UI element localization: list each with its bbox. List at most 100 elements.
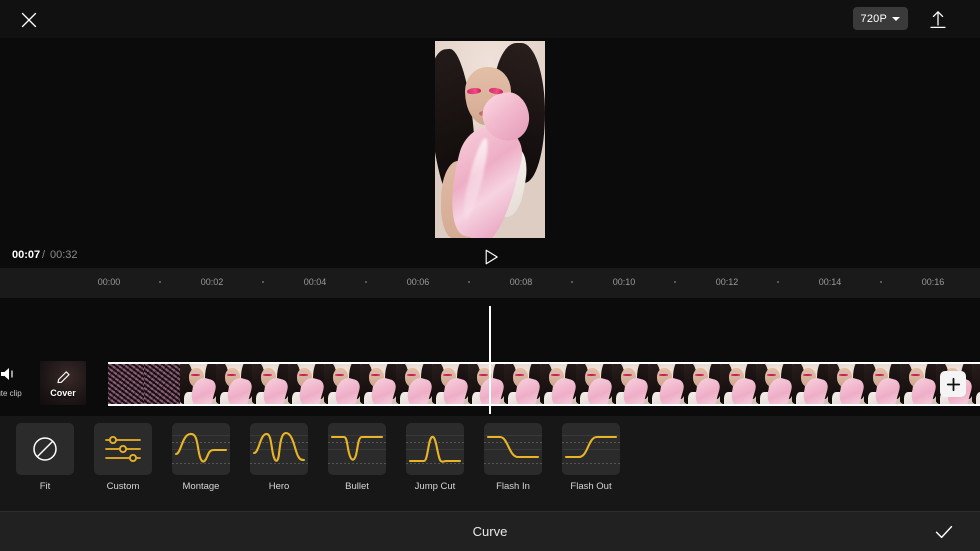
video-clip-track[interactable] (108, 362, 980, 406)
cover-thumbnail-button[interactable]: Cover (40, 361, 86, 405)
ruler-tick-dot (262, 281, 264, 283)
ruler-tick-label: 00:02 (200, 277, 224, 287)
clip-thumbnail (504, 364, 540, 404)
preview-area: 00:07 / 00:32 (0, 38, 980, 268)
video-preview[interactable] (435, 41, 545, 238)
clip-thumbnail (864, 364, 900, 404)
checkmark-icon[interactable] (932, 521, 956, 543)
timeline-area[interactable]: ute clip Cover (0, 298, 980, 416)
timeline-left-controls: ute clip Cover (0, 360, 108, 408)
curve-preset-custom[interactable]: Custom (94, 423, 152, 492)
upload-icon[interactable] (926, 7, 950, 31)
ruler-tick-label: 00:16 (921, 277, 945, 287)
ruler-tick-dot (159, 281, 161, 283)
clip-thumbnail (216, 364, 252, 404)
ruler-tick-label: 00:04 (303, 277, 327, 287)
curve-preset-flash-out[interactable]: Flash Out (562, 423, 620, 492)
bottom-bar: Curve (0, 511, 980, 551)
clip-thumbnail (108, 364, 144, 404)
playhead[interactable] (489, 306, 491, 414)
ruler-tick-dot (777, 281, 779, 283)
curve-preset-label: Jump Cut (414, 481, 456, 492)
ruler-tick-dot (365, 281, 367, 283)
curve-preset-jump-cut[interactable]: Jump Cut (406, 423, 464, 492)
jumpcut-curve-icon[interactable] (406, 423, 464, 475)
panel-title: Curve (472, 524, 508, 539)
curve-preset-label: Montage (182, 481, 220, 492)
ruler-tick-dot (880, 281, 882, 283)
ruler-tick-dot (674, 281, 676, 283)
total-time: 00:32 (50, 249, 78, 261)
curve-preset-flash-in[interactable]: Flash In (484, 423, 542, 492)
clip-thumbnail (900, 364, 936, 404)
clip-thumbnail (972, 364, 980, 404)
flashin-curve-icon[interactable] (484, 423, 542, 475)
plus-icon[interactable] (940, 371, 966, 397)
speaker-icon (1, 368, 13, 380)
montage-curve-icon[interactable] (172, 423, 230, 475)
curve-preset-hero[interactable]: Hero (250, 423, 308, 492)
curve-preset-label: Fit (39, 481, 51, 492)
clip-thumbnail (828, 364, 864, 404)
pencil-icon (56, 370, 70, 383)
hero-curve-icon[interactable] (250, 423, 308, 475)
ruler-tick-label: 00:00 (97, 277, 121, 287)
curve-shape (486, 435, 540, 459)
ruler-tick-label: 00:10 (612, 277, 636, 287)
clip-thumbnail (144, 364, 180, 404)
clip-thumbnail (360, 364, 396, 404)
clip-thumbnail (720, 364, 756, 404)
clip-thumbnail (684, 364, 720, 404)
clip-thumbnail (540, 364, 576, 404)
video-editor-app: 720P 00:07 / 00:32 00:00 00:02 00:04 00:… (0, 0, 980, 551)
curve-preset-label: Hero (268, 481, 290, 492)
time-row: 00:07 / 00:32 (0, 246, 980, 270)
ruler-tick-dot (571, 281, 573, 283)
clip-thumbnail (756, 364, 792, 404)
curve-preset-label: Flash Out (570, 481, 612, 492)
clip-thumbnail (612, 364, 648, 404)
cover-label: Cover (50, 387, 76, 398)
curve-preset-label: Flash In (496, 481, 530, 492)
resolution-label: 720P (860, 12, 887, 25)
curve-shape (252, 431, 306, 462)
curve-preset-list[interactable]: Fit Custom Montage Hero Bullet Jump Cut Flash … (0, 416, 980, 511)
clip-thumbnail (180, 364, 216, 404)
clip-thumbnail (576, 364, 612, 404)
current-time: 00:07 (12, 249, 41, 261)
flashout-curve-icon[interactable] (562, 423, 620, 475)
close-icon[interactable] (16, 8, 42, 32)
ruler-tick-dot (468, 281, 470, 283)
curve-preset-label: Bullet (345, 481, 369, 492)
clip-thumbnail (288, 364, 324, 404)
no-curve-icon[interactable] (16, 423, 74, 475)
ruler-tick-label: 00:08 (509, 277, 533, 287)
clip-thumbnail (468, 364, 504, 404)
curve-shape (408, 435, 462, 463)
chevron-down-icon (892, 16, 900, 21)
ruler-tick-label: 00:12 (715, 277, 739, 287)
mute-clip-button[interactable]: ute clip (0, 366, 26, 398)
clip-thumbnail (324, 364, 360, 404)
timeline-ruler[interactable]: 00:00 00:02 00:04 00:06 00:08 00:10 00:12 00:14… (0, 268, 980, 298)
curve-preset-fit[interactable]: Fit (16, 423, 74, 492)
curve-shape (174, 432, 228, 463)
clip-thumbnail (252, 364, 288, 404)
resolution-dropdown[interactable]: 720P (852, 7, 908, 30)
curve-shape (564, 435, 618, 459)
mute-clip-label: ute clip (0, 389, 22, 398)
clip-thumbnail (792, 364, 828, 404)
ruler-tick-label: 00:14 (818, 277, 842, 287)
clip-thumbnail (648, 364, 684, 404)
sliders-icon[interactable] (94, 423, 152, 475)
play-button[interactable] (479, 246, 503, 268)
clip-thumbnail (396, 364, 432, 404)
bullet-curve-icon[interactable] (328, 423, 386, 475)
top-bar: 720P (0, 0, 980, 38)
time-separator: / (42, 249, 46, 261)
curve-preset-bullet[interactable]: Bullet (328, 423, 386, 492)
curve-preset-montage[interactable]: Montage (172, 423, 230, 492)
ruler-tick-label: 00:06 (406, 277, 430, 287)
curve-preset-label: Custom (106, 481, 140, 492)
clip-thumbnail (432, 364, 468, 404)
